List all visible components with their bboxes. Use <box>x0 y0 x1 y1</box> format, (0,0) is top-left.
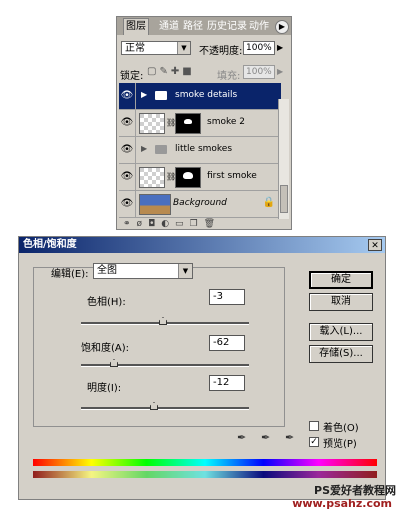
preview-label: 预览(P) <box>323 439 357 450</box>
lock-transparency-icon[interactable]: ▢ <box>147 66 159 77</box>
new-group-icon[interactable]: ▭ <box>175 219 190 229</box>
layer-row-little-smokes[interactable]: 👁 ▶ little smokes <box>119 137 281 164</box>
link-layers-icon[interactable]: ⚭ <box>123 219 137 229</box>
load-button[interactable]: 载入(L)... <box>309 323 373 341</box>
eye-icon[interactable]: 👁 <box>119 110 136 136</box>
fill-arrow-icon[interactable]: ▶ <box>277 67 283 76</box>
layer-name: little smokes <box>175 144 233 154</box>
layer-mask-thumbnail[interactable] <box>175 113 201 134</box>
lightness-label: 明度(I): <box>87 383 122 394</box>
eyedropper-minus-icon[interactable]: ✒ <box>285 431 294 444</box>
layers-scrollbar[interactable] <box>278 99 289 219</box>
chevron-down-icon: ▼ <box>177 42 190 54</box>
layer-row-smoke-2[interactable]: 👁 ⛓ smoke 2 <box>119 110 281 137</box>
edit-value: 全图 <box>97 265 117 276</box>
adjustment-layer-icon[interactable]: ◐ <box>161 219 175 229</box>
fill-label: 填充: <box>217 71 241 82</box>
tab-actions[interactable]: 动作 <box>247 19 271 35</box>
saturation-slider-track[interactable] <box>81 364 249 367</box>
layer-name: smoke details <box>175 90 238 100</box>
result-color-bar <box>33 471 377 478</box>
adjustment-group <box>33 267 285 427</box>
close-icon[interactable]: ✕ <box>368 239 382 251</box>
eye-icon[interactable]: 👁 <box>119 83 136 109</box>
opacity-label: 不透明度: <box>199 46 243 57</box>
preview-checkbox[interactable]: ✓ <box>309 437 319 447</box>
layer-thumbnail <box>139 167 165 188</box>
lock-options[interactable]: ▢✎✚■ <box>147 66 195 77</box>
lock-all-icon[interactable]: ■ <box>182 66 194 77</box>
layers-bottom-toolbar: ⚭ø◘◐▭❐🗑 <box>117 219 297 230</box>
cancel-button[interactable]: 取消 <box>309 293 373 311</box>
edit-label: 编辑(E): <box>51 269 89 280</box>
eyedropper-icon[interactable]: ✒ <box>237 431 246 444</box>
layer-style-icon[interactable]: ø <box>137 219 149 229</box>
lock-label: 锁定: <box>120 71 144 82</box>
tab-paths[interactable]: 路径 <box>181 19 205 35</box>
new-layer-icon[interactable]: ❐ <box>190 219 204 229</box>
opacity-arrow-icon[interactable]: ▶ <box>277 43 283 52</box>
folder-icon <box>155 91 167 100</box>
layer-name: smoke 2 <box>207 117 245 127</box>
add-mask-icon[interactable]: ◘ <box>148 219 161 229</box>
tab-layers[interactable]: 图层 <box>123 18 149 35</box>
layer-row-background[interactable]: 👁 Background 🔒 <box>119 191 281 218</box>
dialog-titlebar[interactable]: 色相/饱和度 ✕ <box>19 237 385 253</box>
lock-pixels-icon[interactable]: ✎ <box>159 66 170 77</box>
hue-field[interactable]: -3 <box>209 289 245 305</box>
tab-history[interactable]: 历史记录 <box>205 19 249 35</box>
expand-triangle-icon[interactable]: ▶ <box>141 144 147 153</box>
layer-row-first-smoke[interactable]: 👁 ⛓ first smoke <box>119 164 281 191</box>
folder-icon <box>155 145 167 154</box>
hue-label: 色相(H): <box>87 297 126 308</box>
panel-menu-icon[interactable]: ▶ <box>275 20 289 34</box>
ok-button[interactable]: 确定 <box>309 271 373 289</box>
saturation-field[interactable]: -62 <box>209 335 245 351</box>
lock-position-icon[interactable]: ✚ <box>171 66 182 77</box>
colorize-checkbox[interactable] <box>309 421 319 431</box>
source-color-bar <box>33 459 377 466</box>
layer-name: Background <box>173 198 227 208</box>
edit-select[interactable]: 全图 ▼ <box>93 263 193 279</box>
lock-icon: 🔒 <box>262 197 275 208</box>
layer-mask-thumbnail[interactable] <box>175 167 201 188</box>
blend-mode-select[interactable]: 正常 ▼ <box>121 41 191 55</box>
colorize-label: 着色(O) <box>323 423 359 434</box>
eye-icon[interactable]: 👁 <box>119 191 136 217</box>
fill-field[interactable]: 100% <box>243 65 275 79</box>
eye-icon[interactable]: 👁 <box>119 164 136 190</box>
watermark-url: www.psahz.com <box>292 497 392 510</box>
eyedropper-plus-icon[interactable]: ✒ <box>261 431 270 444</box>
save-button[interactable]: 存储(S)... <box>309 345 373 363</box>
opacity-field[interactable]: 100% <box>243 41 275 55</box>
dialog-title: 色相/饱和度 <box>23 239 77 250</box>
lightness-field[interactable]: -12 <box>209 375 245 391</box>
saturation-label: 饱和度(A): <box>81 343 130 354</box>
layer-name: first smoke <box>207 171 257 181</box>
layer-thumbnail <box>139 194 171 215</box>
layers-panel: 图层 通道 路径 历史记录 动作 ▶ 正常 ▼ 不透明度: 100% ▶ 锁定:… <box>116 16 292 230</box>
chevron-down-icon: ▼ <box>178 264 192 278</box>
tab-channels[interactable]: 通道 <box>157 19 181 35</box>
lightness-slider-track[interactable] <box>81 407 249 410</box>
layer-thumbnail <box>139 113 165 134</box>
expand-triangle-icon[interactable]: ▶ <box>141 90 147 99</box>
trash-icon[interactable]: 🗑 <box>204 219 221 229</box>
blend-mode-value: 正常 <box>125 43 145 54</box>
layer-row-smoke-details[interactable]: 👁 ▶ smoke details <box>119 83 281 110</box>
eye-icon[interactable]: 👁 <box>119 137 136 163</box>
panel-tabs: 图层 通道 路径 历史记录 动作 ▶ <box>117 17 291 35</box>
hue-saturation-dialog: 色相/饱和度 ✕ 编辑(E): 全图 ▼ 色相(H): -3 饱和度(A): -… <box>18 236 386 500</box>
watermark-title: PS爱好者教程网 <box>314 484 396 497</box>
